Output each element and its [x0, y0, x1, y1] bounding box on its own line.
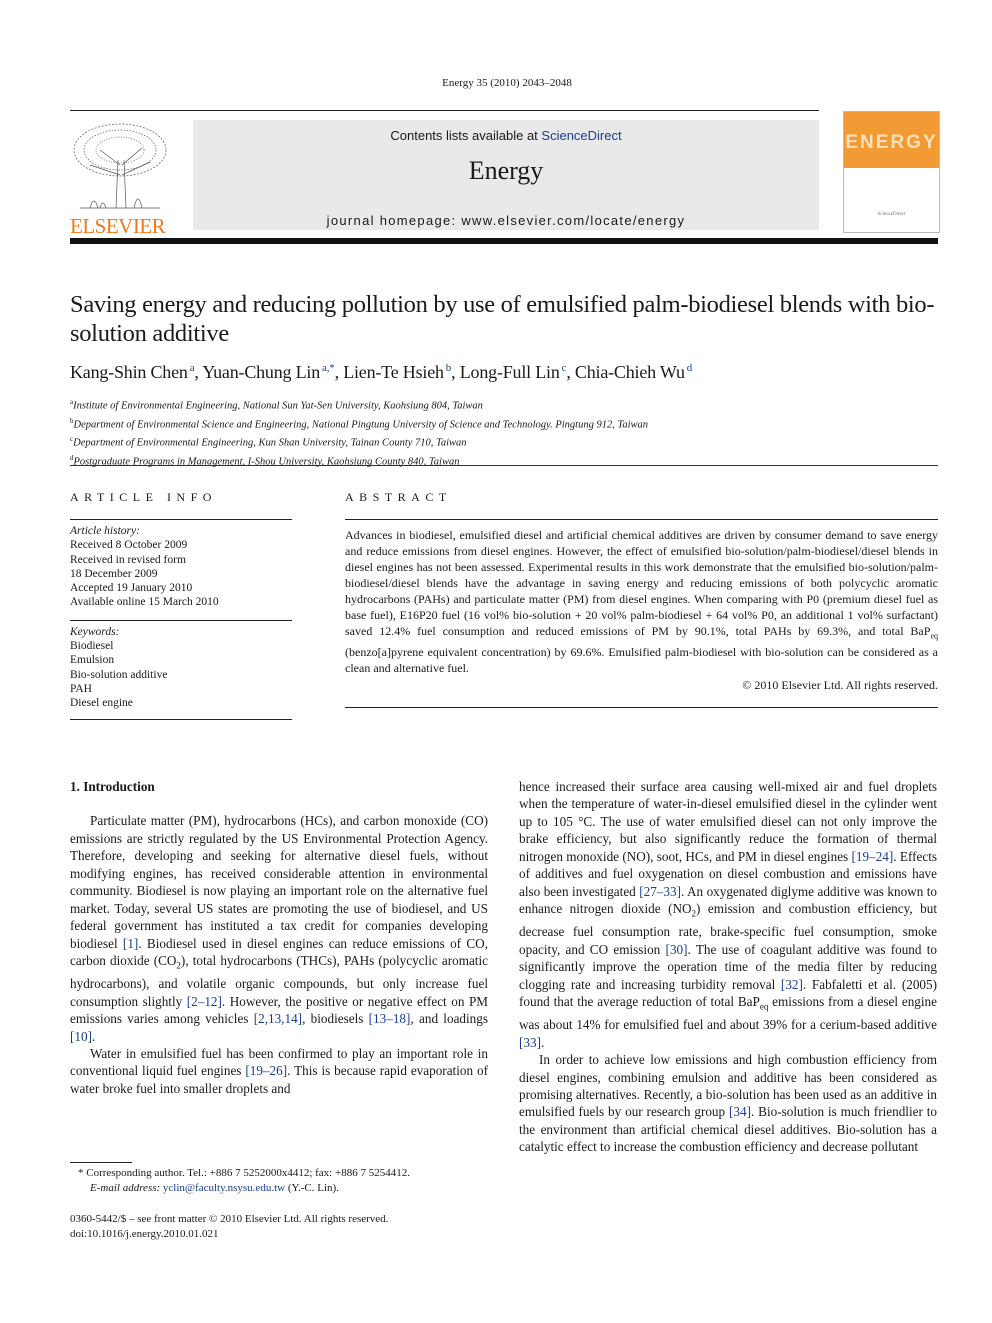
- abstract-part-2: (benzo[a]pyrene equivalent concentration…: [345, 645, 938, 676]
- paragraph: Particulate matter (PM), hydrocarbons (H…: [70, 813, 489, 1044]
- email-line: E-mail address: yclin@faculty.nsysu.edu.…: [78, 1181, 498, 1196]
- keywords-label: Keywords:: [70, 625, 120, 638]
- affiliation: dPostgraduate Programs in Management, I-…: [70, 451, 950, 470]
- keyword-list: Biodiesel Emulsion Bio-solution additive PA…: [70, 639, 292, 710]
- author-separator: ,: [451, 362, 460, 382]
- doi-link[interactable]: doi:10.1016/j.energy.2010.01.021: [70, 1227, 490, 1242]
- issn-line: 0360-5442/$ – see front matter © 2010 El…: [70, 1213, 389, 1225]
- header-thick-rule: [70, 238, 938, 244]
- abstract-heading: ABSTRACT: [345, 490, 452, 504]
- abstract-panel: ABSTRACT Advances in biodiesel, emulsifi…: [345, 490, 938, 709]
- corresponding-author-line: * Corresponding author. Tel.: +886 7 525…: [78, 1167, 410, 1179]
- abstract-subscript: eq: [930, 631, 938, 641]
- paragraph: In order to achieve low emissions and hi…: [519, 1052, 937, 1155]
- header-rule: [70, 110, 819, 111]
- email-label: E-mail address:: [90, 1182, 163, 1194]
- author-list: Kang-Shin Chen a, Yuan-Chung Lin a,*, Li…: [70, 362, 950, 383]
- author-affiliation-marker[interactable]: b: [444, 362, 452, 374]
- affiliation: cDepartment of Environmental Engineering…: [70, 432, 950, 451]
- author-name: Long-Full Lin: [459, 362, 560, 382]
- article-info-heading: ARTICLE INFO: [70, 490, 217, 504]
- subscript: eq: [759, 1001, 769, 1012]
- keywords-block: Keywords: Biodiesel Emulsion Bio-solution …: [70, 621, 292, 721]
- affiliation-list: aInstitute of Environmental Engineering,…: [70, 395, 950, 469]
- article-info-panel: ARTICLE INFO Article history: Received 8…: [70, 490, 292, 720]
- author-affiliation-marker[interactable]: a,*: [320, 362, 335, 374]
- footnote-rule: [70, 1162, 132, 1163]
- reference-link[interactable]: [19–26]: [245, 1063, 287, 1078]
- author-name: Lien-Te Hsieh: [343, 362, 444, 382]
- reference-link[interactable]: [33]: [519, 1035, 541, 1050]
- reference-link[interactable]: [30]: [666, 942, 688, 957]
- reference-link[interactable]: [1]: [123, 936, 138, 951]
- affiliation-text: Department of Environmental Engineering,…: [73, 437, 467, 449]
- divider: [345, 707, 938, 709]
- author-name: Yuan-Chung Lin: [202, 362, 321, 382]
- reference-link[interactable]: [19–24]: [852, 849, 894, 864]
- abstract-part-1: Advances in biodiesel, emulsified diesel…: [345, 528, 938, 638]
- reference-link[interactable]: [10]: [70, 1029, 92, 1044]
- paragraph: Water in emulsified fuel has been confir…: [70, 1045, 488, 1096]
- subscript: 2: [176, 960, 181, 971]
- author-name: Kang-Shin Chen: [70, 362, 188, 382]
- email-link[interactable]: yclin@faculty.nsysu.edu.tw: [163, 1182, 285, 1194]
- reference-link[interactable]: [32]: [781, 977, 803, 992]
- affiliation-text: Department of Environmental Science and …: [73, 419, 649, 430]
- contents-prefix: Contents lists available at: [390, 128, 542, 143]
- section-rule: [70, 465, 938, 466]
- divider: [70, 718, 292, 720]
- keyword: Emulsion: [70, 654, 115, 667]
- elsevier-tree-icon: [70, 120, 170, 212]
- keyword: Biodiesel: [70, 640, 114, 653]
- reference-link[interactable]: [27–33]: [639, 884, 681, 899]
- history-item: Received 8 October 2009: [70, 539, 188, 552]
- journal-banner: Contents lists available at ScienceDirec…: [193, 120, 819, 230]
- abstract-text: Advances in biodiesel, emulsified diesel…: [345, 520, 938, 676]
- article-history-label: Article history:: [70, 525, 140, 537]
- keyword: Diesel engine: [70, 697, 133, 710]
- journal-homepage-link[interactable]: journal homepage: www.elsevier.com/locat…: [193, 213, 819, 228]
- keyword: PAH: [70, 682, 92, 695]
- history-item: Available online 15 March 2010: [70, 596, 219, 609]
- reference-link[interactable]: [2–12]: [187, 994, 222, 1009]
- section-heading-introduction: 1. Introduction: [70, 779, 155, 794]
- corresponding-author-footnote: * Corresponding author. Tel.: +886 7 525…: [78, 1166, 498, 1196]
- elsevier-wordmark: ELSEVIER: [70, 214, 166, 238]
- author-separator: ,: [566, 362, 575, 382]
- sciencedirect-link[interactable]: ScienceDirect: [541, 128, 621, 143]
- reference-link[interactable]: [34]: [729, 1104, 751, 1119]
- affiliation: aInstitute of Environmental Engineering,…: [70, 395, 950, 414]
- abstract-copyright: © 2010 Elsevier Ltd. All rights reserved…: [742, 678, 938, 693]
- body-column-right: hence increased their surface area causi…: [519, 778, 937, 1156]
- history-list: Received 8 October 2009 Received in revis…: [70, 538, 292, 609]
- author-separator: ,: [334, 362, 344, 382]
- author-name: Chia-Chieh Wu: [574, 362, 685, 382]
- journal-name: Energy: [468, 156, 544, 185]
- author-affiliation-marker[interactable]: d: [685, 362, 693, 374]
- history-item: 18 December 2009: [70, 567, 158, 580]
- article-history: Article history: Received 8 October 2009…: [70, 520, 292, 620]
- body-column-left: 1. Introduction Particulate matter (PM),…: [70, 778, 488, 1097]
- elsevier-logo[interactable]: ELSEVIER: [70, 120, 172, 238]
- cover-title: ENERGY: [845, 132, 938, 153]
- affiliation-text: Institute of Environmental Engineering, …: [73, 400, 483, 412]
- journal-cover-thumbnail[interactable]: ENERGY ScienceDirect: [843, 111, 940, 233]
- keyword: Bio-solution additive: [70, 668, 168, 681]
- contents-line: Contents lists available at ScienceDirec…: [193, 128, 819, 143]
- history-item: Accepted 19 January 2010: [70, 582, 193, 595]
- paragraph-continued: hence increased their surface area causi…: [519, 779, 938, 1050]
- reference-link[interactable]: [2,13,14]: [254, 1011, 302, 1026]
- email-suffix: (Y.-C. Lin).: [285, 1182, 339, 1194]
- journal-citation: Energy 35 (2010) 2043–2048: [442, 77, 572, 89]
- front-matter: 0360-5442/$ – see front matter © 2010 El…: [70, 1212, 490, 1242]
- history-item: Received in revised form: [70, 553, 186, 566]
- cover-sciencedirect-mark: ScienceDirect: [877, 212, 906, 217]
- reference-link[interactable]: [13–18]: [369, 1011, 411, 1026]
- article-title: Saving energy and reducing pollution by …: [70, 291, 935, 347]
- subscript: 2: [691, 908, 697, 919]
- affiliation: bDepartment of Environmental Science and…: [70, 414, 950, 433]
